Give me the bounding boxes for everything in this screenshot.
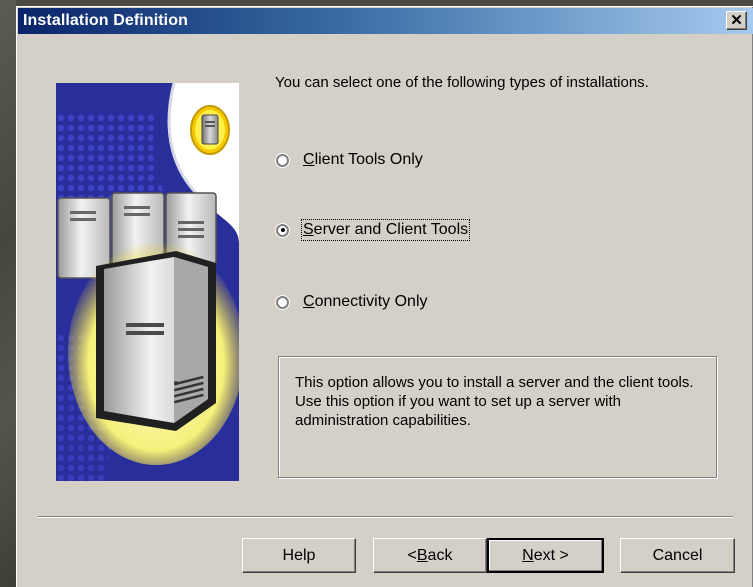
- option-server-and-client-tools[interactable]: Server and Client Tools: [276, 219, 471, 241]
- installation-dialog: Installation Definition ✕ You can select…: [16, 6, 753, 587]
- option-label[interactable]: Client Tools Only: [302, 150, 424, 170]
- close-button[interactable]: ✕: [726, 11, 747, 30]
- description-text: This option allows you to install a serv…: [295, 374, 694, 429]
- option-client-tools-only[interactable]: Client Tools Only: [276, 149, 424, 171]
- option-label[interactable]: Connectivity Only: [302, 292, 429, 312]
- title-bar[interactable]: Installation Definition ✕: [18, 8, 753, 34]
- description-box: This option allows you to install a serv…: [278, 356, 717, 478]
- close-icon: ✕: [730, 12, 743, 29]
- server-illustration: [56, 83, 239, 481]
- option-connectivity-only[interactable]: Connectivity Only: [276, 291, 429, 313]
- radio-server-and-client-tools[interactable]: [276, 223, 289, 237]
- radio-connectivity-only[interactable]: [276, 295, 289, 309]
- radio-client-tools-only[interactable]: [276, 153, 289, 167]
- separator: [38, 516, 733, 518]
- instruction-text: You can select one of the following type…: [275, 74, 649, 91]
- help-button[interactable]: Help: [242, 538, 356, 573]
- option-label[interactable]: Server and Client Tools: [300, 219, 471, 241]
- window-title: Installation Definition: [23, 12, 188, 29]
- cancel-button[interactable]: Cancel: [620, 538, 735, 573]
- back-button[interactable]: < Back: [373, 538, 487, 573]
- next-button[interactable]: Next >: [487, 538, 604, 573]
- desktop-background: [0, 0, 16, 587]
